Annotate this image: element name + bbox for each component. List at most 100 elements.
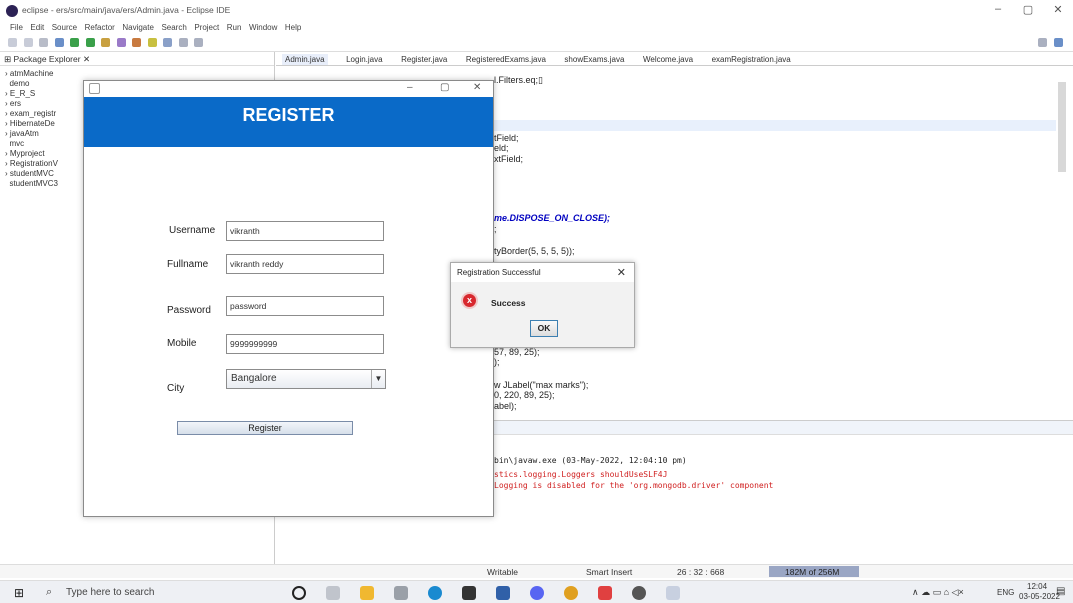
clock-time[interactable]: 12:04 xyxy=(1027,582,1047,591)
code-line: ); xyxy=(494,357,500,367)
heap-status[interactable]: 182M of 256M xyxy=(769,566,859,577)
run-icon[interactable] xyxy=(70,38,80,47)
tab-admin-java[interactable]: Admin.java xyxy=(282,54,328,65)
project-label: mvc xyxy=(9,139,25,148)
register-header: REGISTER xyxy=(84,97,493,147)
tab-examregistration-java[interactable]: examRegistration.java xyxy=(712,55,791,64)
tab-register-java[interactable]: Register.java xyxy=(401,55,447,64)
project-label: atmMachine xyxy=(9,69,54,78)
city-label: City xyxy=(167,383,185,394)
menu-file[interactable]: File xyxy=(10,23,23,32)
username-input[interactable]: vikranth xyxy=(226,221,384,241)
menu-bar: File Edit Source Refactor Navigate Searc… xyxy=(0,22,1073,34)
app-icon[interactable] xyxy=(632,586,646,600)
perspective-icon[interactable] xyxy=(1054,38,1063,47)
clock-date[interactable]: 03-05-2022 xyxy=(1019,592,1060,601)
code-line: l.Filters.eq;▯ xyxy=(494,75,543,85)
open-type-icon[interactable] xyxy=(132,38,142,47)
new-class-icon[interactable] xyxy=(116,38,126,47)
window-title: eclipse - ers/src/main/java/ers/Admin.ja… xyxy=(22,5,231,15)
discord-icon[interactable] xyxy=(530,586,544,600)
code-line: ; xyxy=(494,224,497,234)
notification-icon[interactable]: ▤ xyxy=(1056,586,1065,597)
editor-scrollbar[interactable] xyxy=(1058,82,1066,172)
register-window: – ▢ ✕ REGISTER Username vikranth Fullnam… xyxy=(83,80,494,517)
external-tools-icon[interactable] xyxy=(101,38,111,47)
language-indicator[interactable]: ENG xyxy=(997,588,1014,597)
eclipse-icon xyxy=(6,5,18,17)
close-button[interactable]: ✕ xyxy=(1043,3,1073,16)
menu-search[interactable]: Search xyxy=(161,23,186,32)
app-icon[interactable] xyxy=(462,586,476,600)
brave-icon[interactable] xyxy=(598,586,612,600)
register-title: REGISTER xyxy=(242,105,335,125)
password-input[interactable]: password xyxy=(226,296,384,316)
tab-registeredexams-java[interactable]: RegisteredExams.java xyxy=(466,55,546,64)
project-label: Myproject xyxy=(9,149,45,158)
java-icon[interactable] xyxy=(666,586,680,600)
cortana-icon[interactable] xyxy=(292,586,306,600)
edge-icon[interactable] xyxy=(428,586,442,600)
save-icon[interactable] xyxy=(23,38,33,47)
register-minimize-button[interactable]: – xyxy=(407,82,413,93)
dialog-close-icon[interactable]: ✕ xyxy=(617,266,626,279)
title-bar: eclipse - ers/src/main/java/ers/Admin.ja… xyxy=(0,0,1073,22)
back-icon[interactable] xyxy=(178,38,188,47)
search-icon[interactable] xyxy=(147,38,157,47)
java-app-icon xyxy=(89,83,100,94)
dialog-title: Registration Successful xyxy=(457,268,541,277)
file-explorer-icon[interactable] xyxy=(360,586,374,600)
chrome-icon[interactable] xyxy=(564,586,578,600)
vpn-icon[interactable] xyxy=(496,586,510,600)
search-toolbar-icon[interactable] xyxy=(1038,38,1047,47)
menu-navigate[interactable]: Navigate xyxy=(122,23,154,32)
city-select[interactable]: Bangalore ▼ xyxy=(226,369,386,389)
ok-button[interactable]: OK xyxy=(530,320,558,337)
system-tray-icons[interactable]: ∧ ☁ ▭ ⌂ ◁× xyxy=(912,587,964,598)
windows-start-icon[interactable]: ⊞ xyxy=(14,586,24,600)
mobile-input[interactable]: 9999999999 xyxy=(226,334,384,354)
search-icon: ⌕ xyxy=(46,586,53,598)
run-config-icon[interactable] xyxy=(85,38,95,47)
menu-window[interactable]: Window xyxy=(249,23,277,32)
code-line: tyBorder(5, 5, 5, 5)); xyxy=(494,246,575,256)
tab-showexams-java[interactable]: showExams.java xyxy=(564,55,624,64)
register-button[interactable]: Register xyxy=(177,421,353,435)
menu-source[interactable]: Source xyxy=(52,23,77,32)
menu-project[interactable]: Project xyxy=(194,23,219,32)
username-label: Username xyxy=(169,225,216,236)
package-explorer-header: ⊞ Package Explorer ✕ xyxy=(0,52,274,66)
tab-login-java[interactable]: Login.java xyxy=(346,55,382,64)
menu-refactor[interactable]: Refactor xyxy=(85,23,115,32)
task-view-icon[interactable] xyxy=(326,586,340,600)
project-label: ers xyxy=(9,99,22,108)
menu-run[interactable]: Run xyxy=(227,23,242,32)
project-label: studentMVC3 xyxy=(9,179,58,188)
tab-welcome-java[interactable]: Welcome.java xyxy=(643,55,693,64)
next-annotation-icon[interactable] xyxy=(163,38,173,47)
heap-status-text: 182M of 256M xyxy=(785,567,840,577)
chevron-down-icon[interactable]: ▼ xyxy=(371,370,385,388)
menu-help[interactable]: Help xyxy=(285,23,301,32)
code-line: 57, 89, 25); xyxy=(494,347,540,357)
taskbar-search-placeholder: Type here to search xyxy=(66,587,155,598)
code-line: 0, 220, 89, 25); xyxy=(494,390,555,400)
editor-tabs: Admin.java Login.java Register.java Regi… xyxy=(276,52,1073,66)
app-icon[interactable] xyxy=(394,586,408,600)
forward-icon[interactable] xyxy=(194,38,204,47)
project-label: studentMVC xyxy=(9,169,54,178)
minimize-button[interactable]: – xyxy=(983,3,1013,15)
project-item[interactable]: › atmMachine xyxy=(0,69,274,79)
registration-dialog: Registration Successful ✕ x Success OK xyxy=(450,262,635,348)
print-icon[interactable] xyxy=(39,38,49,47)
maximize-button[interactable]: ▢ xyxy=(1013,3,1043,16)
new-icon[interactable] xyxy=(8,38,17,47)
menu-edit[interactable]: Edit xyxy=(30,23,44,32)
register-close-button[interactable]: ✕ xyxy=(473,82,481,93)
code-line: w JLabel("max marks"); xyxy=(494,380,589,390)
fullname-input[interactable]: vikranth reddy xyxy=(226,254,384,274)
register-maximize-button[interactable]: ▢ xyxy=(440,82,449,93)
debug-icon[interactable] xyxy=(54,38,64,47)
taskbar-search[interactable]: ⌕ Type here to search xyxy=(36,583,276,602)
error-icon: x xyxy=(461,292,478,309)
